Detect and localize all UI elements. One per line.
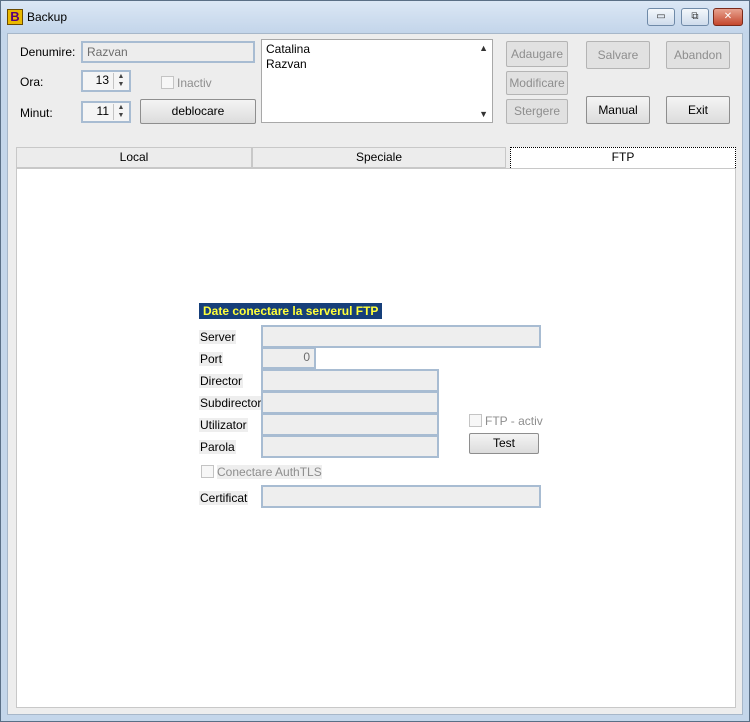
subdirector-label: Subdirector — [199, 396, 263, 410]
deblocare-button[interactable]: deblocare — [140, 99, 256, 124]
server-field[interactable] — [261, 325, 541, 348]
tab-local[interactable]: Local — [16, 147, 252, 168]
denumire-field[interactable]: Razvan — [81, 41, 255, 63]
ftp-panel: Date conectare la serverul FTP Server Po… — [16, 168, 736, 708]
window-title: Backup — [27, 10, 68, 24]
minut-value: 11 — [96, 104, 109, 118]
chevron-down-icon[interactable]: ▼ — [114, 81, 128, 89]
ftp-activ-label: FTP - activ — [485, 414, 543, 428]
inactiv-label: Inactiv — [177, 76, 212, 90]
tab-speciale[interactable]: Speciale — [252, 147, 506, 168]
close-button[interactable]: ✕ — [713, 8, 743, 26]
ora-stepper[interactable]: 13 ▲ ▼ — [81, 70, 131, 92]
port-label: Port — [199, 352, 224, 366]
server-label: Server — [199, 330, 237, 344]
director-field[interactable] — [261, 369, 439, 392]
director-label: Director — [199, 374, 244, 388]
ora-spin-arrows[interactable]: ▲ ▼ — [113, 73, 128, 89]
test-button[interactable]: Test — [469, 433, 539, 454]
minut-stepper[interactable]: 11 ▲ ▼ — [81, 101, 131, 123]
tab-strip: Local Speciale FTP — [16, 147, 736, 168]
scroll-down-icon[interactable]: ▼ — [479, 109, 488, 119]
chevron-up-icon[interactable]: ▲ — [114, 73, 128, 81]
certificat-field[interactable] — [261, 485, 541, 508]
title-bar[interactable]: B Backup ▭ ⧉ ✕ — [1, 1, 749, 33]
app-logo-icon: B — [7, 9, 23, 25]
exit-button[interactable]: Exit — [666, 96, 730, 124]
backup-list[interactable]: Catalina Razvan ▲ ▼ — [261, 39, 493, 123]
parola-field[interactable] — [261, 435, 439, 458]
parola-label: Parola — [199, 440, 236, 454]
manual-button[interactable]: Manual — [586, 96, 650, 124]
abandon-button[interactable]: Abandon — [666, 41, 730, 69]
salvare-button[interactable]: Salvare — [586, 41, 650, 69]
ftp-section-title: Date conectare la serverul FTP — [199, 303, 383, 319]
certificat-label: Certificat — [199, 491, 249, 505]
subdirector-field[interactable] — [261, 391, 439, 414]
authtls-checkbox[interactable] — [201, 465, 214, 478]
list-item[interactable]: Razvan — [266, 57, 307, 71]
scroll-up-icon[interactable]: ▲ — [479, 43, 488, 53]
utilizator-field[interactable] — [261, 413, 439, 436]
ora-value: 13 — [95, 73, 109, 87]
minut-label: Minut: — [20, 106, 53, 120]
denumire-label: Denumire: — [20, 45, 76, 59]
backup-window: B Backup ▭ ⧉ ✕ Denumire: Razvan Ora: 13 … — [0, 0, 750, 722]
chevron-up-icon[interactable]: ▲ — [114, 104, 128, 112]
inactiv-checkbox[interactable] — [161, 76, 174, 89]
list-item[interactable]: Catalina — [266, 42, 310, 56]
modificare-button[interactable]: Modificare — [506, 71, 568, 95]
port-field[interactable]: 0 — [261, 347, 316, 369]
chevron-down-icon[interactable]: ▼ — [114, 112, 128, 120]
ftp-activ-checkbox[interactable] — [469, 414, 482, 427]
stergere-button[interactable]: Stergere — [506, 99, 568, 124]
authtls-label: Conectare AuthTLS — [217, 465, 322, 479]
adaugare-button[interactable]: Adaugare — [506, 41, 568, 67]
minut-spin-arrows[interactable]: ▲ ▼ — [113, 104, 128, 120]
minimize-button[interactable]: ▭ — [647, 8, 675, 26]
client-area: Denumire: Razvan Ora: 13 ▲ ▼ Inactiv Min… — [7, 33, 743, 715]
utilizator-label: Utilizator — [199, 418, 248, 432]
ora-label: Ora: — [20, 75, 44, 89]
maximize-button[interactable]: ⧉ — [681, 8, 709, 26]
tab-ftp[interactable]: FTP — [510, 147, 736, 168]
